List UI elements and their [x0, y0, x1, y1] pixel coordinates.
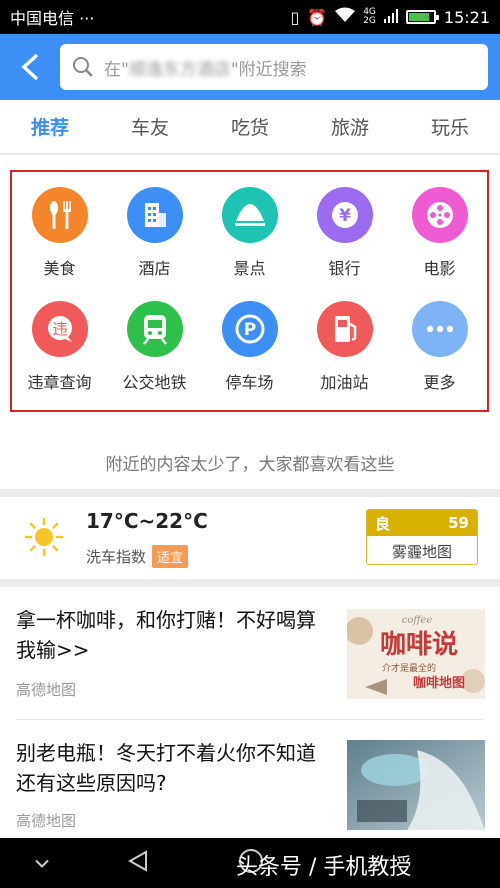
article-source: 高德地图: [16, 681, 77, 699]
svg-text:咖啡说: 咖啡说: [380, 630, 458, 660]
temperature: 17°C~22°C: [86, 509, 208, 533]
article-item[interactable]: 拿一杯咖啡，和你打赌！不好喝算我输>> 高德地图 coffee 咖啡说 介才是最…: [0, 587, 500, 719]
fuel-icon: [316, 301, 373, 357]
landmark-icon: [221, 187, 278, 243]
tab-foodies[interactable]: 吃货: [223, 107, 277, 146]
category-attractions[interactable]: 景点: [202, 171, 297, 279]
category-label: 银行: [328, 259, 361, 278]
watermark: 头条号 / 手机教授: [236, 855, 412, 880]
weather-card[interactable]: 17°C~22°C 洗车指数 适宜 良 59 雾霾地图: [0, 497, 500, 579]
category-label: 更多: [423, 373, 456, 392]
category-transit[interactable]: 公交地铁: [107, 285, 202, 393]
header: 在"顺逸东方酒店"附近搜索: [0, 34, 500, 100]
building-icon: [126, 187, 183, 243]
category-violation-check[interactable]: 违 违章查询: [12, 285, 107, 393]
signal-bars-icon: [383, 8, 398, 27]
status-bar: 中国电信 ··· ▯ ⏰ 4G 2G 15:21: [0, 0, 500, 34]
fork-knife-icon: [31, 187, 88, 243]
battery-icon: [405, 10, 439, 24]
search-placeholder: 在"顺逸东方酒店"附近搜索: [104, 59, 307, 80]
category-label: 加油站: [320, 373, 369, 392]
car-wash-index: 洗车指数 适宜: [86, 545, 189, 568]
category-food[interactable]: 美食: [12, 171, 107, 279]
category-more[interactable]: 更多: [392, 285, 487, 393]
parking-icon: P: [221, 301, 278, 357]
svg-text:coffee: coffee: [402, 615, 433, 626]
tab-fun[interactable]: 玩乐: [423, 107, 477, 146]
category-grid: 美食 酒店 景点 ¥ 银行 电影 违 违章查询 公交地铁 P 停车场 加油站 更…: [12, 171, 487, 393]
svg-text:¥: ¥: [339, 206, 351, 226]
category-label: 酒店: [138, 259, 171, 278]
search-input[interactable]: 在"顺逸东方酒店"附近搜索: [60, 44, 488, 90]
category-tabs: 推荐 车友 吃货 旅游 玩乐: [0, 100, 500, 154]
hide-nav-button[interactable]: [34, 854, 50, 873]
alarm-icon: ⏰: [307, 7, 328, 27]
category-hotel[interactable]: 酒店: [107, 171, 202, 279]
yuan-icon: ¥: [316, 187, 373, 243]
aqi-source: 雾霾地图: [391, 542, 452, 561]
article-title: 别老电瓶！冬天打不着火你不知道还有这些原因吗?: [16, 741, 316, 795]
back-button[interactable]: [10, 47, 50, 87]
chevron-left-icon: [21, 53, 39, 81]
category-label: 美食: [43, 259, 76, 278]
empty-hint: 附近的内容太少了，大家都喜欢看这些: [0, 435, 500, 489]
triangle-back-icon: [127, 850, 147, 872]
vibrate-icon: ▯: [290, 7, 300, 27]
svg-text:违: 违: [52, 320, 67, 338]
category-grid-area: 美食 酒店 景点 ¥ 银行 电影 违 违章查询 公交地铁 P 停车场 加油站 更…: [0, 155, 500, 435]
svg-text:介才是最全的: 介才是最全的: [382, 662, 436, 674]
category-label: 景点: [233, 259, 266, 278]
category-gas-station[interactable]: 加油站: [297, 285, 392, 393]
search-icon: [73, 57, 93, 77]
violation-icon: 违: [31, 301, 88, 357]
article-feed: 拿一杯咖啡，和你打赌！不好喝算我输>> 高德地图 coffee 咖啡说 介才是最…: [0, 587, 500, 838]
article-title: 拿一杯咖啡，和你打赌！不好喝算我输>>: [16, 608, 316, 662]
smog-map-button[interactable]: 良 59 雾霾地图: [366, 509, 478, 565]
wifi-icon: [335, 7, 356, 27]
tab-recommend[interactable]: 推荐: [23, 107, 77, 146]
back-nav-button[interactable]: [126, 849, 150, 877]
article-source: 高德地图: [16, 812, 77, 830]
category-parking[interactable]: P 停车场: [202, 285, 297, 393]
svg-text:咖啡地图: 咖啡地图: [413, 675, 465, 691]
aqi-label: 良: [375, 514, 391, 533]
subway-icon: [126, 301, 183, 357]
signal-icon: 4G 2G: [363, 7, 376, 26]
tab-car-friends[interactable]: 车友: [123, 107, 177, 146]
category-label: 违章查询: [27, 373, 92, 392]
category-label: 电影: [423, 259, 456, 278]
category-label: 公交地铁: [122, 373, 187, 392]
sun-icon: [24, 517, 64, 557]
chevron-down-icon: [35, 859, 49, 868]
aqi-value: 59: [448, 514, 469, 532]
coffee-thumbnail: coffee 咖啡说 介才是最全的 咖啡地图: [347, 609, 485, 699]
svg-text:P: P: [243, 320, 255, 340]
article-item[interactable]: 别老电瓶！冬天打不着火你不知道还有这些原因吗? 高德地图: [0, 720, 500, 838]
tab-travel[interactable]: 旅游: [323, 107, 377, 146]
more-icon: [411, 301, 468, 357]
category-label: 停车场: [225, 373, 274, 392]
engine-thumbnail: [347, 740, 485, 830]
film-reel-icon: [411, 187, 468, 243]
clock: 15:21: [443, 7, 490, 27]
category-movie[interactable]: 电影: [392, 171, 487, 279]
category-bank[interactable]: ¥ 银行: [297, 171, 392, 279]
navigation-bar: 头条号 / 手机教授: [0, 838, 500, 888]
carrier: 中国电信 ···: [10, 9, 95, 28]
car-wash-badge: 适宜: [152, 545, 189, 568]
